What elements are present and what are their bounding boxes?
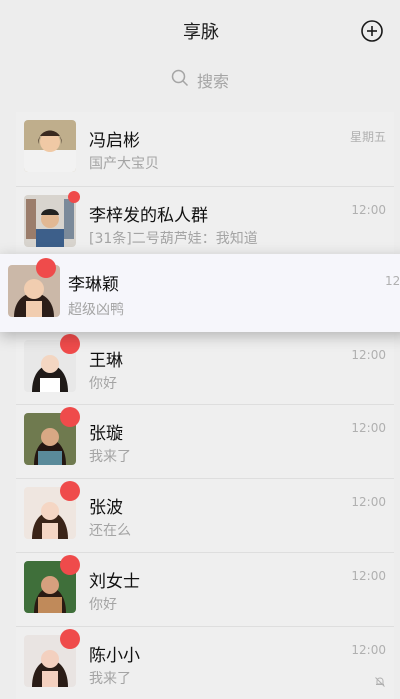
chat-name: 陈小小 — [89, 646, 140, 666]
unread-badge — [60, 407, 80, 427]
chat-name: 李琳颖 — [68, 275, 119, 295]
chat-time: 12:00 — [351, 643, 386, 657]
app-frame: 享脉 搜索 冯启彬 国产大宝贝 星期五 李梓发的私人群 [31条]二号葫芦娃：我… — [0, 0, 400, 699]
chat-time: 12:00 — [351, 348, 386, 362]
avatar — [24, 195, 76, 247]
chat-time: 星期五 — [349, 130, 386, 144]
chat-name: 冯启彬 — [89, 131, 140, 151]
mute-bell-icon — [374, 673, 386, 687]
chat-name: 王琳 — [89, 351, 123, 371]
chat-time: 12:0 — [385, 274, 400, 288]
chat-name: 李梓发的私人群 — [89, 206, 208, 226]
unread-badge — [60, 481, 80, 501]
chat-preview: 我来了 — [89, 449, 131, 465]
chat-preview: 你好 — [89, 376, 117, 392]
unread-badge — [60, 334, 80, 354]
chat-preview: 我来了 — [89, 671, 131, 687]
chat-preview: 你好 — [89, 597, 117, 613]
chat-time: 12:00 — [351, 495, 386, 509]
chat-item[interactable]: 王琳 你好 12:00 — [16, 332, 394, 406]
chat-time: 12:00 — [351, 203, 386, 217]
unread-badge — [60, 629, 80, 649]
chat-item[interactable]: 冯启彬 国产大宝贝 星期五 — [16, 112, 394, 186]
chat-preview: 超级凶鸭 — [68, 302, 124, 318]
page-title: 享脉 — [183, 22, 219, 43]
search-placeholder: 搜索 — [197, 72, 230, 91]
unread-badge — [60, 555, 80, 575]
chat-preview: [31条]二号葫芦娃：我知道 — [89, 231, 258, 247]
unread-badge — [36, 258, 56, 278]
unread-badge — [68, 191, 80, 203]
top-bar: 享脉 — [8, 0, 394, 58]
chat-preview: 国产大宝贝 — [89, 156, 159, 172]
chat-item-active[interactable]: 李琳颖 超级凶鸭 12:0 — [0, 254, 400, 332]
chat-time: 12:00 — [351, 569, 386, 583]
chat-item[interactable]: 陈小小 我来了 12:00 — [16, 627, 394, 699]
chat-item[interactable]: 刘女士 你好 12:00 — [16, 553, 394, 627]
chat-preview: 还在么 — [89, 523, 131, 539]
avatar — [24, 120, 76, 172]
chat-item[interactable]: 张波 还在么 12:00 — [16, 479, 394, 553]
chat-item[interactable]: 李梓发的私人群 [31条]二号葫芦娃：我知道 12:00 — [16, 187, 394, 261]
chat-item[interactable]: 张璇 我来了 12:00 — [16, 405, 394, 479]
plus-circle-icon[interactable] — [360, 19, 384, 43]
search-bar[interactable]: 搜索 — [8, 58, 394, 104]
chat-time: 12:00 — [351, 421, 386, 435]
chat-name: 刘女士 — [89, 572, 140, 592]
chat-name: 张璇 — [89, 424, 123, 444]
search-icon — [171, 69, 189, 91]
chat-name: 张波 — [89, 498, 123, 518]
